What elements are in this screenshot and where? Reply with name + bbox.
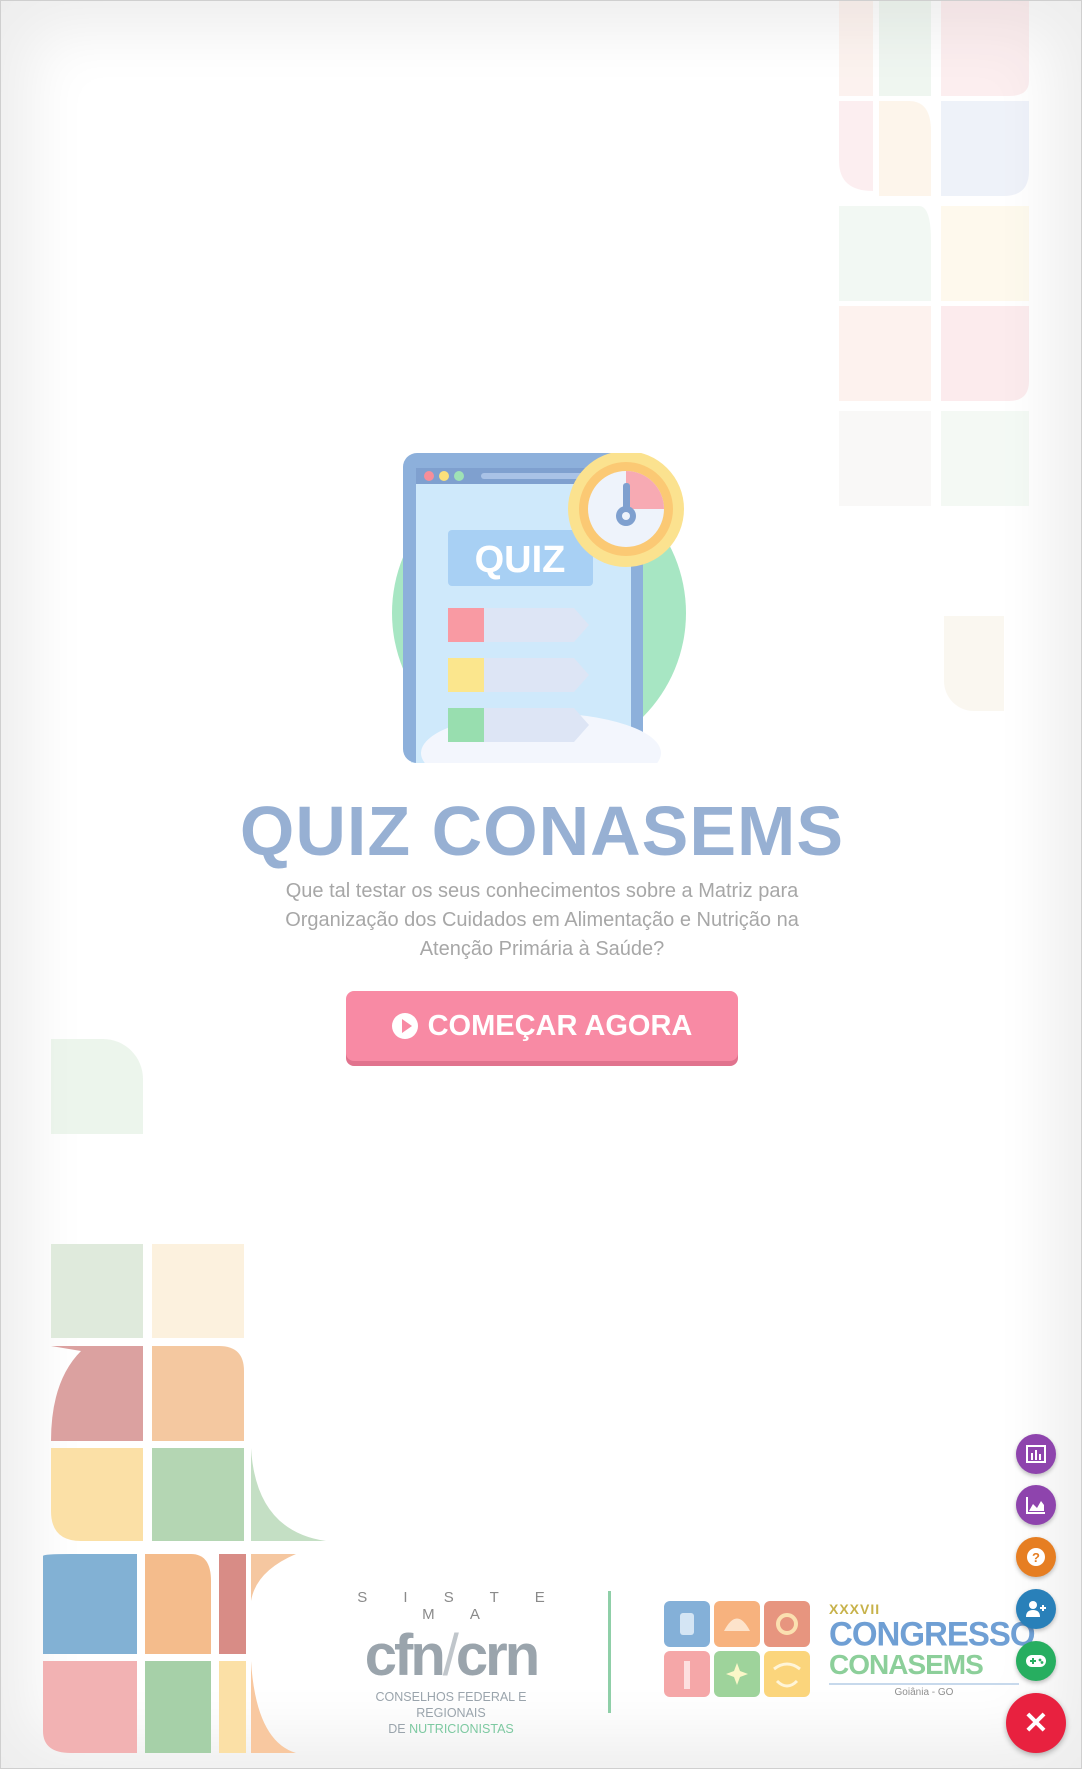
congresso-tiles [664,1601,810,1697]
gamepad-icon [1026,1655,1046,1667]
congresso-logo: XXXVII CONGRESSO CONASEMS Goiânia - GO [661,1601,1036,1711]
decorative-tile-mid-right [944,616,1004,711]
area-chart-icon [1026,1497,1045,1514]
close-icon: ✕ [1023,1706,1049,1740]
help-button[interactable]: ? [1016,1537,1056,1577]
quiz-illustration: QUIZ [392,453,686,763]
congresso-text: XXXVII CONGRESSO CONASEMS Goiânia - GO [829,1601,1036,1698]
stats-area-chart-button[interactable] [1016,1485,1056,1525]
close-button[interactable]: ✕ [1006,1693,1066,1753]
quiz-subtitle: Que tal testar os seus conhecimentos sob… [285,880,799,960]
bar-chart-icon [1026,1445,1046,1463]
cfn-mark-slash: / [442,1623,459,1688]
congresso-line1: CONGRESSO [829,1614,1036,1653]
game-button[interactable] [1016,1641,1056,1681]
add-user-button[interactable] [1016,1589,1056,1629]
decorative-tiles-bottom-left [43,1244,326,1753]
decorative-tile-left [51,1039,143,1134]
cfn-subtitle-highlight: NUTRICIONISTAS [409,1722,514,1736]
quiz-title: QUIZ CONASEMS [239,792,845,870]
footer-divider [608,1591,611,1713]
help-icon: ? [1027,1548,1045,1566]
cfn-crn-logo: S I S T E M A cfn/crn CONSELHOS FEDERAL … [341,1589,561,1736]
decorative-tiles-top-right [839,1,1029,506]
cfn-subtitle-line1: CONSELHOS FEDERAL E REGIONAIS [375,1690,527,1720]
start-quiz-button[interactable]: COMEÇAR AGORA [346,991,738,1061]
congresso-location: Goiânia - GO [829,1683,1019,1698]
add-user-icon [1026,1601,1046,1617]
cfn-subtitle-prefix: DE [388,1722,406,1736]
stats-bar-chart-button[interactable] [1016,1434,1056,1474]
cfn-mark-right: crn [455,1623,540,1688]
cfn-crn-mark: cfn/crn [341,1623,561,1689]
quiz-frame: QUIZ QUIZ CONASEMS Que tal testar os seu… [0,0,1082,1769]
cfn-sistema-label: S I S T E M A [357,1589,561,1623]
cfn-subtitle-line2: DE NUTRICIONISTAS [341,1721,561,1737]
svg-text:?: ? [1032,1550,1040,1565]
congresso-line2: CONASEMS [829,1649,984,1680]
start-quiz-label: COMEÇAR AGORA [427,1009,693,1042]
quiz-illustration-label: QUIZ [475,539,566,581]
play-icon [391,1013,418,1039]
cfn-mark-left: cfn [364,1623,446,1688]
